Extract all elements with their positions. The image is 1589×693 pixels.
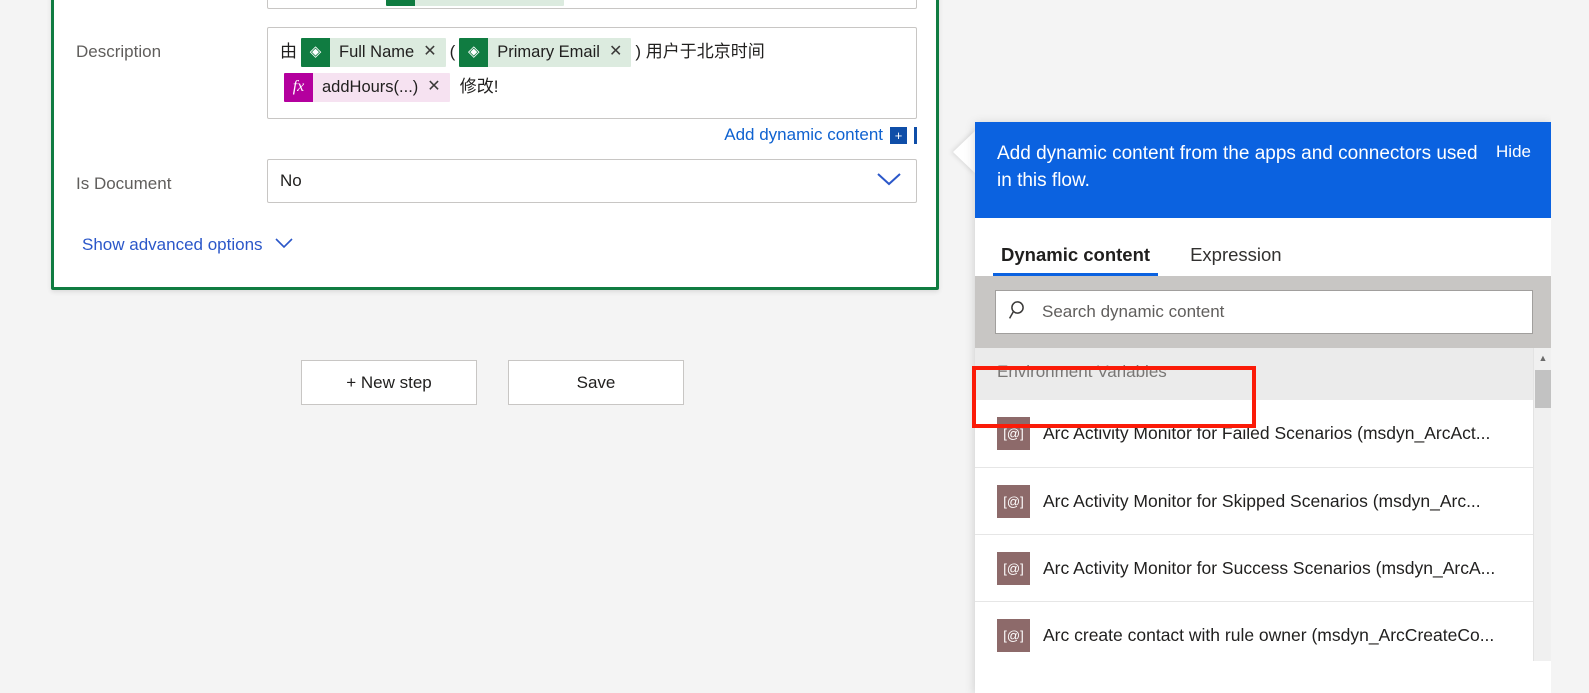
flow-action-card: 客户名改成了 ◈ Account Name ✕ Description 由 ◈ … xyxy=(51,0,939,290)
search-placeholder: Search dynamic content xyxy=(1042,302,1225,321)
token-primary-email-remove-icon[interactable]: ✕ xyxy=(605,37,632,67)
show-advanced-options-label: Show advanced options xyxy=(82,235,263,254)
description-field[interactable]: 由 ◈ Full Name ✕ ( ◈ Primary Email ✕ ) 用户… xyxy=(267,27,917,119)
list-item[interactable]: [@] Arc Activity Monitor for Skipped Sce… xyxy=(975,467,1551,534)
dataverse-icon: ◈ xyxy=(459,37,489,67)
dataverse-icon: ◈ xyxy=(386,0,415,6)
description-suffix-text: ) 用户于北京时间 xyxy=(635,42,765,61)
account-name-field[interactable]: 客户名改成了 ◈ Account Name ✕ xyxy=(267,0,917,9)
token-primary-email-label: Primary Email xyxy=(488,37,606,67)
flyout-scrollbar[interactable]: ▲ xyxy=(1533,348,1551,661)
new-step-button[interactable]: + New step xyxy=(301,360,477,405)
account-name-prefix-text: 客户名改成了 xyxy=(280,0,382,6)
token-primary-email[interactable]: ◈ Primary Email ✕ xyxy=(459,37,632,67)
save-button[interactable]: Save xyxy=(508,360,684,405)
list-item-label: Arc Activity Monitor for Failed Scenario… xyxy=(1043,423,1491,443)
chevron-down-icon xyxy=(273,236,295,255)
environment-variable-icon: [@] xyxy=(997,551,1030,585)
list-item[interactable]: [@] Arc create contact with rule owner (… xyxy=(975,601,1551,661)
add-dynamic-content-plus-icon[interactable]: + xyxy=(890,126,907,144)
list-item-label: Arc Activity Monitor for Skipped Scenari… xyxy=(1043,490,1481,511)
description-line2-suffix-text: 修改! xyxy=(459,77,499,96)
tab-expression[interactable]: Expression xyxy=(1182,244,1290,276)
add-dynamic-content-row: Add dynamic content + xyxy=(267,125,917,145)
token-account-name-label: Account Name xyxy=(415,0,539,6)
hide-button[interactable]: Hide xyxy=(1496,140,1531,162)
page-right-margin xyxy=(1551,0,1589,693)
description-prefix-text: 由 xyxy=(280,42,297,61)
dataverse-icon: ◈ xyxy=(301,37,330,67)
list-item-label: Arc create contact with rule owner (msdy… xyxy=(1043,624,1495,645)
chevron-down-icon[interactable] xyxy=(874,170,904,193)
is-document-dropdown[interactable]: No xyxy=(267,159,917,203)
token-account-name-remove-icon[interactable]: ✕ xyxy=(538,0,564,6)
chevron-down-svg xyxy=(274,237,293,248)
token-addhours-expression[interactable]: fx addHours(...) ✕ xyxy=(284,72,450,102)
chevron-down-svg xyxy=(877,172,901,185)
dynamic-content-flyout: Add dynamic content from the apps and co… xyxy=(975,122,1551,693)
list-item-label: Arc Activity Monitor for Success Scenari… xyxy=(1043,557,1496,578)
token-full-name-remove-icon[interactable]: ✕ xyxy=(420,37,446,67)
search-input[interactable]: Search dynamic content xyxy=(995,290,1533,334)
group-header-environment-variables[interactable]: Environment Variables xyxy=(975,348,1551,400)
description-label: Description xyxy=(76,42,162,61)
account-name-field-content: 客户名改成了 ◈ Account Name ✕ xyxy=(280,0,904,6)
add-dynamic-content-bar xyxy=(914,126,917,144)
is-document-value: No xyxy=(280,171,302,190)
flyout-search-area: Search dynamic content xyxy=(975,276,1551,348)
token-account-name[interactable]: ◈ Account Name ✕ xyxy=(386,0,564,6)
search-icon xyxy=(1008,299,1030,326)
description-line-1: 由 ◈ Full Name ✕ ( ◈ Primary Email ✕ ) 用户… xyxy=(280,37,904,67)
flyout-header: Add dynamic content from the apps and co… xyxy=(975,122,1551,218)
token-addhours-label: addHours(...) xyxy=(313,72,425,102)
scrollbar-thumb[interactable] xyxy=(1535,370,1551,408)
description-line-2: fx addHours(...) ✕ 修改! xyxy=(280,72,904,102)
flyout-header-text: Add dynamic content from the apps and co… xyxy=(997,143,1478,191)
add-dynamic-content-link[interactable]: Add dynamic content xyxy=(724,125,883,145)
token-addhours-remove-icon[interactable]: ✕ xyxy=(424,72,450,102)
list-item[interactable]: [@] Arc Activity Monitor for Failed Scen… xyxy=(975,400,1551,467)
environment-variable-icon: [@] xyxy=(997,484,1030,518)
fx-icon: fx xyxy=(284,72,313,102)
tab-dynamic-content[interactable]: Dynamic content xyxy=(993,244,1159,276)
is-document-label: Is Document xyxy=(76,174,172,193)
search-icon-svg xyxy=(1008,300,1024,319)
flyout-body: ▲ Environment Variables [@] Arc Activity… xyxy=(975,348,1551,661)
screen-root: 客户名改成了 ◈ Account Name ✕ Description 由 ◈ … xyxy=(0,0,1589,693)
show-advanced-options-button[interactable]: Show advanced options xyxy=(82,235,295,255)
flyout-tabs: Dynamic content Expression xyxy=(975,218,1551,276)
token-full-name-label: Full Name xyxy=(330,37,421,67)
flyout-pointer xyxy=(953,130,976,174)
scroll-up-arrow-icon[interactable]: ▲ xyxy=(1534,348,1551,368)
description-mid-text: ( xyxy=(449,42,456,61)
list-item[interactable]: [@] Arc Activity Monitor for Success Sce… xyxy=(975,534,1551,601)
token-full-name[interactable]: ◈ Full Name ✕ xyxy=(301,37,446,67)
environment-variable-icon: [@] xyxy=(997,618,1030,652)
environment-variable-icon: [@] xyxy=(997,417,1030,450)
